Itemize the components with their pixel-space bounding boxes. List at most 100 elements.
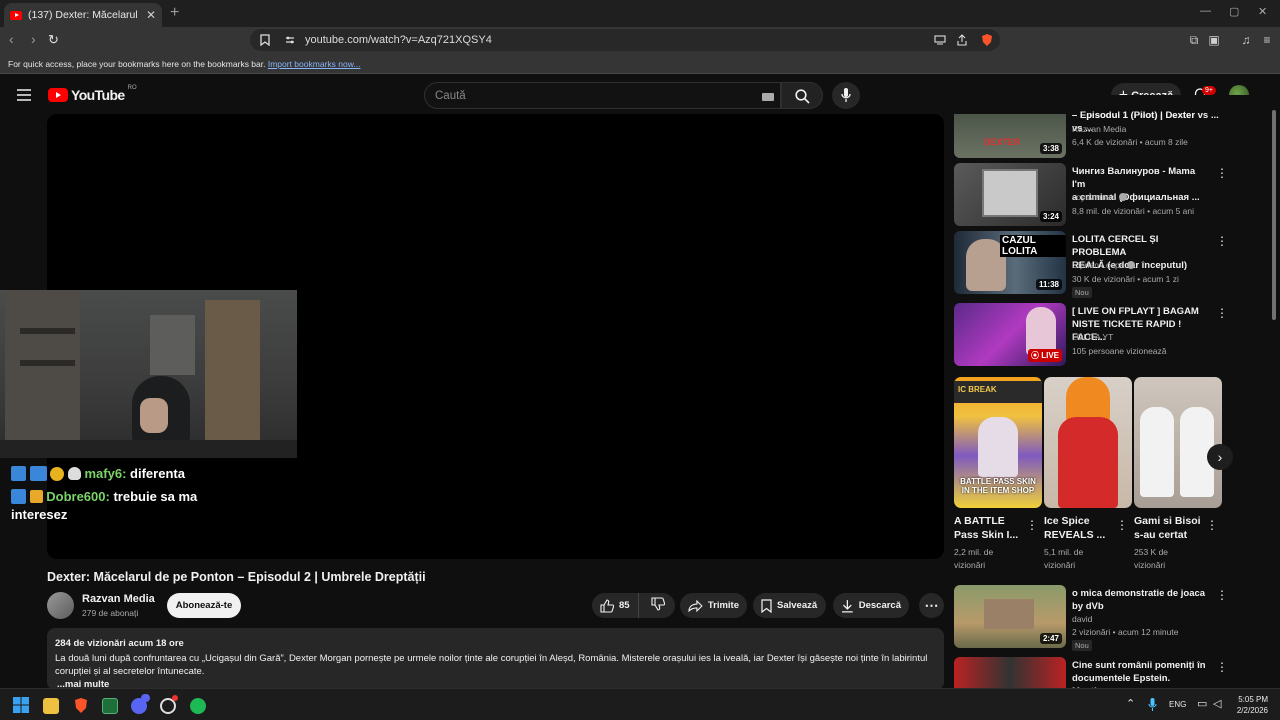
- video-title: Dexter: Măcelarul de pe Ponton – Episodu…: [47, 570, 426, 584]
- language-indicator[interactable]: ENG: [1169, 700, 1186, 709]
- subscriber-count: 279 de abonați: [82, 608, 139, 618]
- terminal-icon[interactable]: [102, 698, 118, 714]
- clock[interactable]: 5:05 PM 2/2/2026: [1236, 694, 1268, 716]
- short-meta: 253 K de vizionări: [1134, 547, 1169, 570]
- video-thumbnail[interactable]: 2:47: [954, 585, 1066, 648]
- file-explorer-icon[interactable]: [43, 698, 59, 714]
- youtube-logo[interactable]: YouTube RO: [48, 85, 137, 103]
- channel-name[interactable]: Razvan Media: [82, 593, 155, 605]
- youtube-favicon-icon: [10, 10, 22, 20]
- cast-icon[interactable]: [934, 35, 946, 45]
- dislike-button[interactable]: [644, 597, 672, 614]
- save-label: Salvează: [777, 600, 818, 611]
- video-thumbnail[interactable]: CAZUL LOLITA 11:38: [954, 231, 1066, 294]
- video-thumbnail[interactable]: ⦿ LIVE: [954, 303, 1066, 366]
- like-button[interactable]: 85: [592, 593, 639, 618]
- description-box[interactable]: 284 de vizionări acum 18 ore La două lun…: [47, 628, 944, 690]
- download-label: Descarcă: [858, 600, 901, 611]
- more-options-icon[interactable]: ⋮: [1216, 167, 1228, 179]
- download-icon: [841, 599, 853, 613]
- new-badge: Nou: [1072, 287, 1092, 298]
- bookmarks-bar: For quick access, place your bookmarks h…: [0, 53, 1280, 74]
- new-tab-icon[interactable]: +: [170, 4, 179, 22]
- share-button[interactable]: Trimite: [680, 593, 747, 618]
- recommended-video[interactable]: 2:47 o mica demonstratie de joaca by dVb …: [954, 585, 1228, 651]
- close-tab-icon[interactable]: ✕: [146, 8, 156, 22]
- windows-start-icon[interactable]: [13, 697, 29, 713]
- active-tab[interactable]: (137) Dexter: Măcelarul de pe Po ✕: [4, 3, 162, 27]
- short-thumbnail[interactable]: [1134, 377, 1222, 508]
- guide-menu-icon[interactable]: [17, 89, 31, 101]
- recommended-video[interactable]: ⦿ LIVE [ LIVE ON FPLAYT ] BAGAM NISTE TIC…: [954, 303, 1228, 367]
- tab-strip: (137) Dexter: Măcelarul de pe Po ✕ + — ▢…: [0, 0, 1280, 27]
- thumb-text: DEXTER: [984, 137, 1021, 147]
- shorts-next-button[interactable]: ›: [1207, 444, 1233, 470]
- video-title: – Episodul 1 (Pilot) | Dexter vs ...: [1072, 110, 1219, 121]
- browser-toolbar: ‹ › ↻ youtube.com/watch?v=Azq721XQSY4 ⧉ …: [0, 27, 1280, 53]
- search-input[interactable]: Caută: [424, 82, 781, 109]
- thumbs-down-icon: [651, 597, 665, 611]
- voice-search-button[interactable]: [832, 82, 860, 109]
- spotify-icon[interactable]: [190, 698, 206, 714]
- extensions-icon[interactable]: ⧉: [1187, 33, 1201, 47]
- media-icon[interactable]: ♫: [1239, 33, 1253, 47]
- bookmarks-hint: For quick access, place your bookmarks h…: [8, 59, 266, 69]
- save-button[interactable]: Salvează: [753, 593, 826, 618]
- forward-icon[interactable]: ›: [31, 31, 36, 47]
- video-thumbnail[interactable]: 3:24: [954, 163, 1066, 226]
- recommended-video[interactable]: CAZUL LOLITA 11:38 LOLITA CERCEL ȘI PROB…: [954, 231, 1228, 298]
- site-info-icon[interactable]: [285, 35, 295, 45]
- like-dislike-group: 85: [592, 593, 675, 618]
- bookmark-icon[interactable]: [260, 34, 270, 46]
- new-badge: Nou: [1072, 640, 1092, 651]
- more-options-icon[interactable]: ⋮: [1026, 518, 1038, 532]
- channel-name: Razvan Media: [1072, 124, 1127, 134]
- search-button[interactable]: [781, 82, 823, 109]
- close-window-icon[interactable]: ✕: [1258, 5, 1267, 18]
- views-and-date: 284 de vizionări acum 18 ore: [55, 638, 184, 649]
- channel-name: Ciprian Lospa: [1072, 260, 1135, 270]
- share-arrow-icon: [688, 599, 703, 612]
- more-options-icon[interactable]: ⋮: [1216, 307, 1228, 319]
- tray-chevron-up-icon[interactable]: ⌃: [1126, 697, 1135, 710]
- maximize-icon[interactable]: ▢: [1229, 5, 1239, 18]
- save-bookmark-icon: [761, 598, 772, 613]
- channel-avatar[interactable]: [47, 592, 74, 619]
- microphone-tray-icon[interactable]: [1148, 698, 1157, 711]
- brave-browser-icon[interactable]: [73, 697, 89, 714]
- more-horizontal-icon: ⋯: [924, 597, 939, 613]
- more-options-icon[interactable]: ⋮: [1206, 518, 1218, 532]
- address-bar[interactable]: youtube.com/watch?v=Azq721XQSY4: [250, 29, 1000, 51]
- download-button[interactable]: Descarcă: [833, 593, 909, 618]
- tab-title: (137) Dexter: Măcelarul de pe Po: [28, 9, 140, 21]
- short-thumbnail[interactable]: IC BREAK BATTLE PASS SKIN IN THE ITEM SH…: [954, 377, 1042, 508]
- badge-icon: [29, 466, 47, 481]
- recommended-video[interactable]: Cine sunt românii pomeniți în documentele…: [954, 657, 1224, 688]
- more-options-icon[interactable]: ⋮: [1216, 661, 1224, 673]
- more-options-icon[interactable]: ⋮: [1216, 589, 1228, 601]
- page-scrollbar[interactable]: [1272, 110, 1276, 320]
- subscribe-button[interactable]: Abonează-te: [167, 593, 241, 618]
- chevron-right-icon: ›: [1217, 449, 1223, 465]
- network-icon[interactable]: ▭: [1197, 697, 1207, 710]
- more-options-icon[interactable]: ⋮: [1216, 235, 1228, 247]
- import-bookmarks-link[interactable]: Import bookmarks now...: [268, 59, 361, 69]
- reload-icon[interactable]: ↻: [48, 32, 59, 48]
- more-actions-button[interactable]: ⋯: [919, 593, 944, 618]
- video-meta: 8,8 mil. de vizionări • acum 5 ani: [1072, 206, 1195, 216]
- menu-icon[interactable]: ≡: [1260, 33, 1274, 47]
- short-meta: 2,2 mil. de vizionări: [954, 547, 994, 570]
- video-thumbnail[interactable]: [954, 657, 1066, 688]
- wallet-icon[interactable]: ▣: [1207, 33, 1221, 47]
- minimize-icon[interactable]: —: [1200, 5, 1211, 17]
- windows-taskbar: ⌃ ENG ▭ ◁ 5:05 PM 2/2/2026: [0, 688, 1280, 720]
- short-thumbnail[interactable]: [1044, 377, 1132, 508]
- back-icon[interactable]: ‹: [9, 31, 14, 47]
- volume-icon[interactable]: ◁: [1213, 697, 1221, 710]
- share-page-icon[interactable]: [956, 34, 968, 46]
- more-options-icon[interactable]: ⋮: [1116, 518, 1128, 532]
- keyboard-icon[interactable]: [762, 93, 774, 101]
- recommended-video[interactable]: 3:24 Чингиз Валинуров - Mama I'm a crimin…: [954, 163, 1228, 227]
- duration-badge: 3:24: [1039, 211, 1062, 222]
- brave-shield-icon[interactable]: [980, 33, 994, 47]
